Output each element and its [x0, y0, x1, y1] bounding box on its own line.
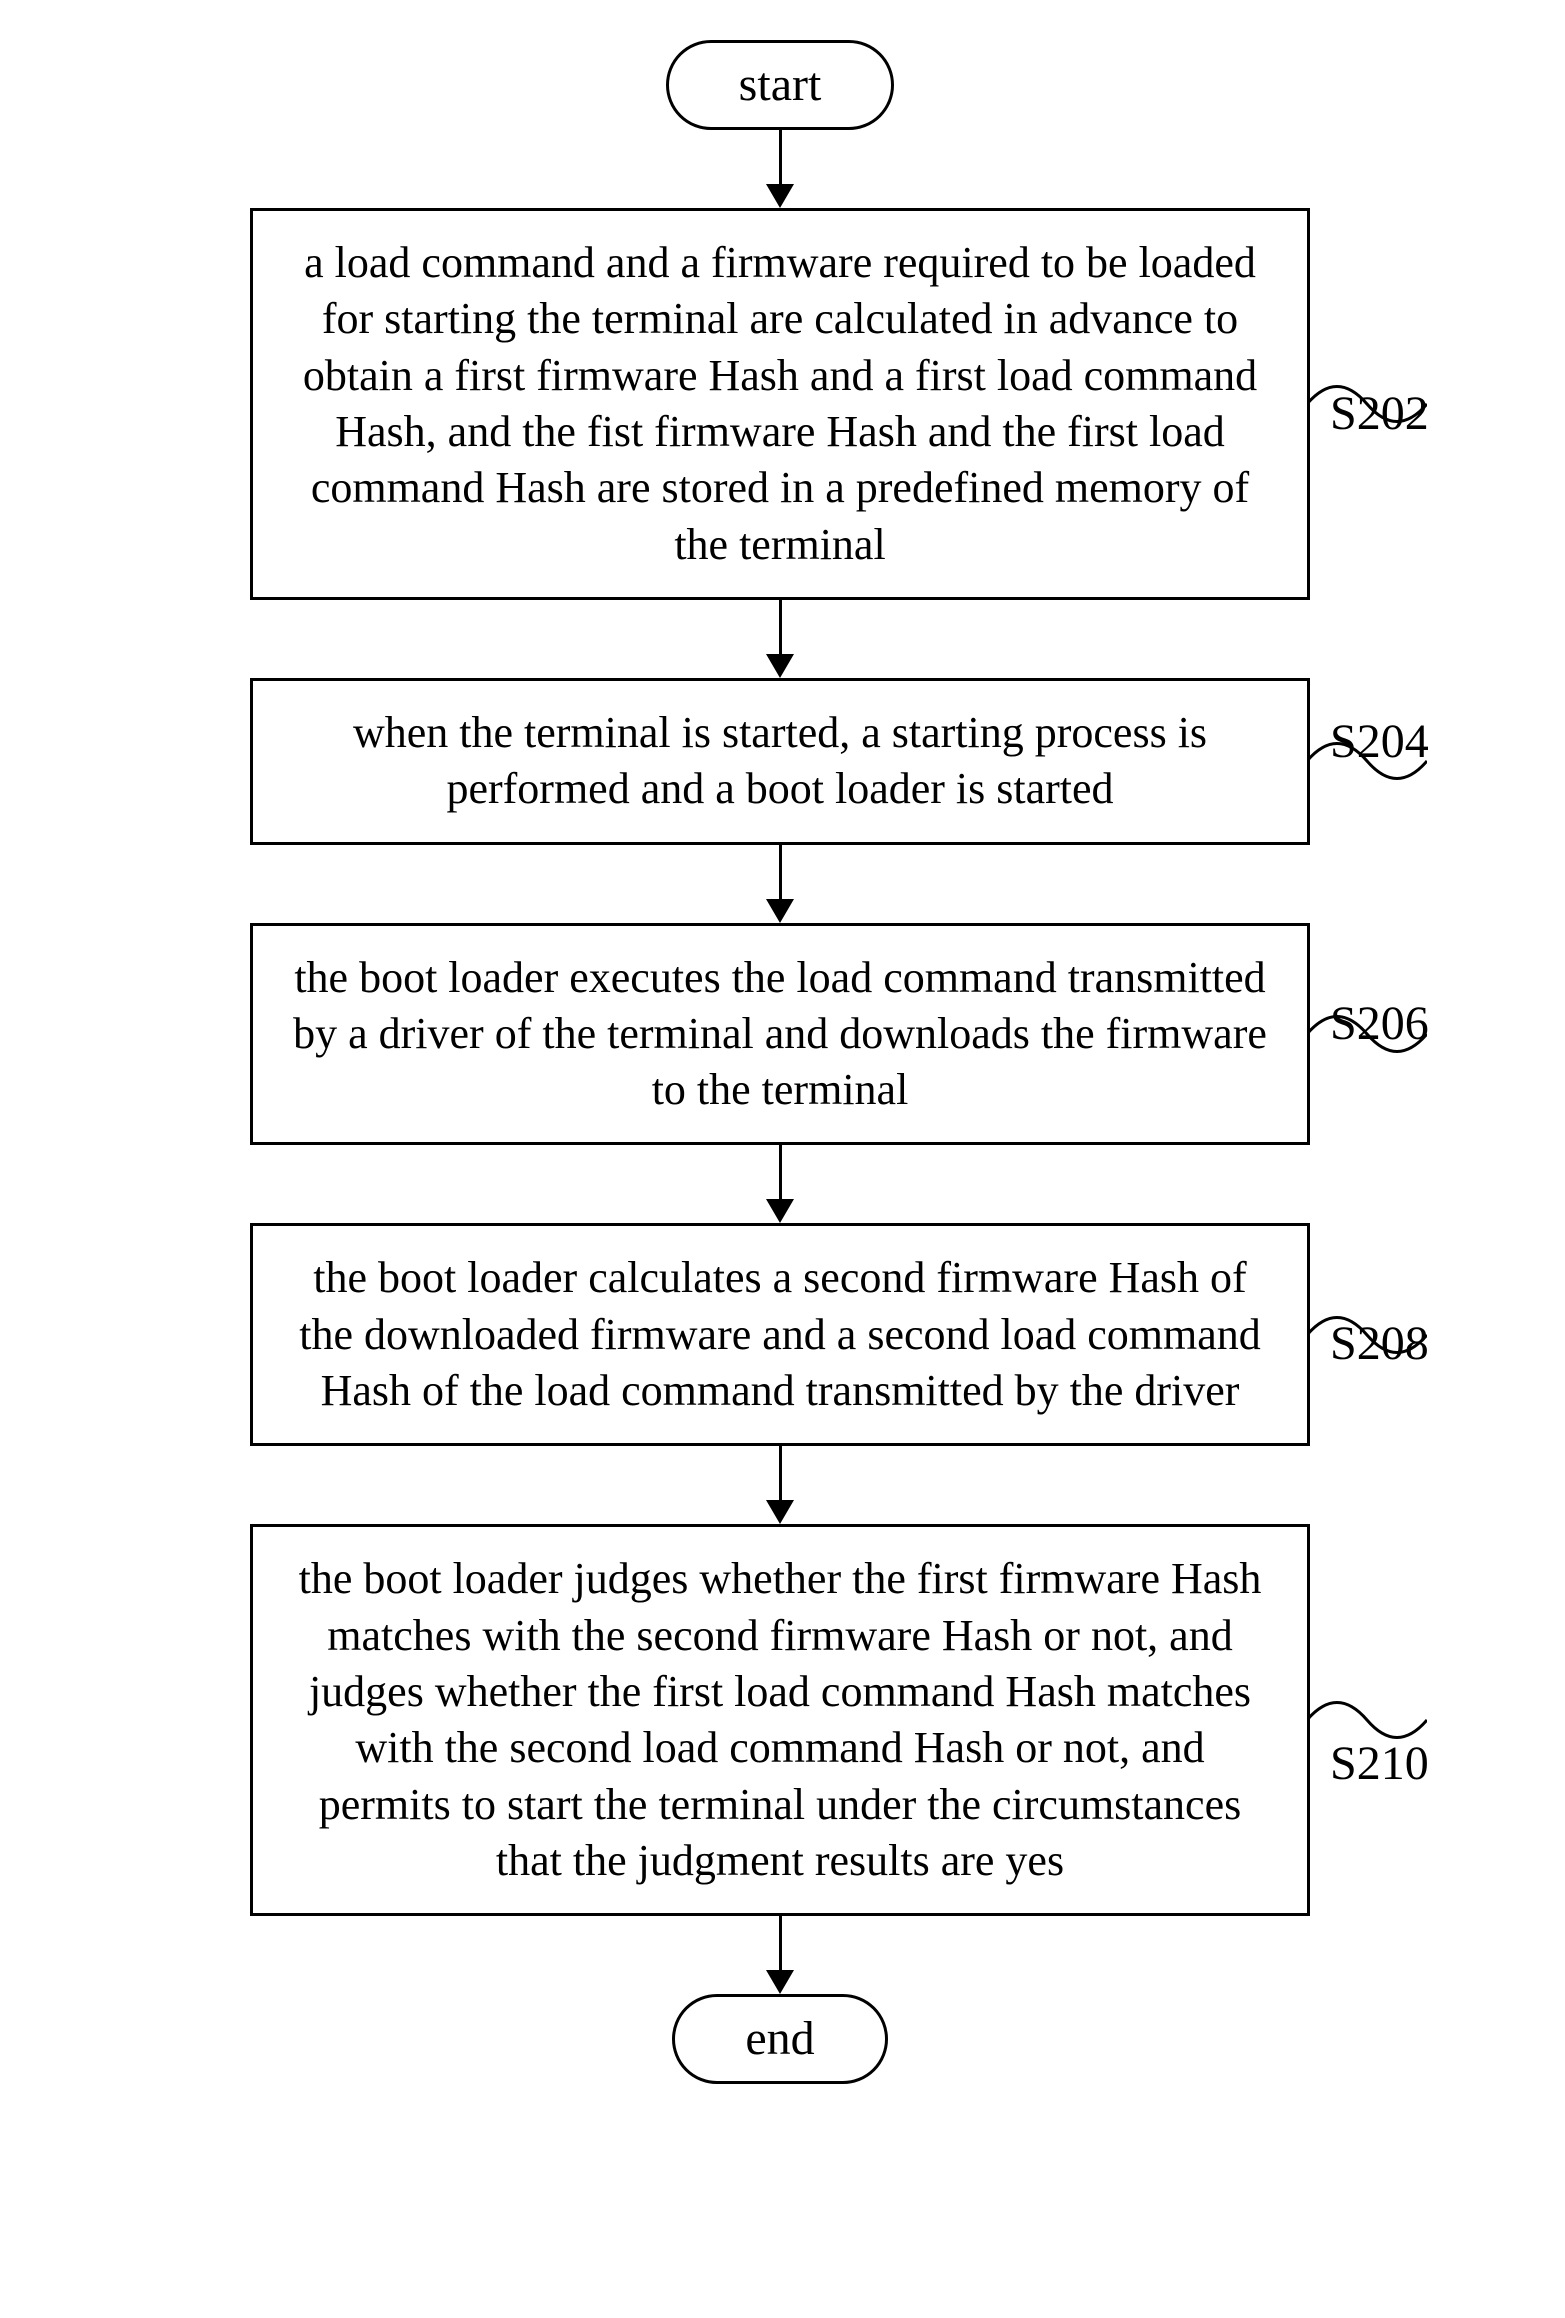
step-s206: the boot loader executes the load comman…	[250, 923, 1310, 1146]
end-label: end	[745, 2012, 814, 2065]
arrow	[766, 1916, 794, 1994]
step-text: when the terminal is started, a starting…	[353, 708, 1207, 813]
step-id-s204: S204	[1330, 718, 1429, 766]
step-s202: a load command and a firmware required t…	[250, 208, 1310, 600]
arrow	[766, 845, 794, 923]
step-id-s210: S210	[1330, 1740, 1429, 1788]
flowchart-container: start a load command and a firmware requ…	[130, 40, 1430, 2084]
end-terminator: end	[672, 1994, 887, 2084]
step-s208: the boot loader calculates a second firm…	[250, 1223, 1310, 1446]
step-text: the boot loader executes the load comman…	[293, 953, 1267, 1115]
arrow	[766, 1446, 794, 1524]
step-text: a load command and a firmware required t…	[303, 238, 1257, 569]
step-id-s202: S202	[1330, 390, 1429, 438]
arrow	[766, 1145, 794, 1223]
arrow	[766, 600, 794, 678]
step-s210: the boot loader judges whether the first…	[250, 1524, 1310, 1916]
arrow	[766, 130, 794, 208]
step-text: the boot loader judges whether the first…	[299, 1554, 1262, 1885]
step-id-s208: S208	[1330, 1320, 1429, 1368]
step-s204: when the terminal is started, a starting…	[250, 678, 1310, 845]
step-id-s206: S206	[1330, 1000, 1429, 1048]
step-text: the boot loader calculates a second firm…	[299, 1253, 1261, 1415]
start-terminator: start	[666, 40, 895, 130]
start-label: start	[739, 58, 822, 111]
